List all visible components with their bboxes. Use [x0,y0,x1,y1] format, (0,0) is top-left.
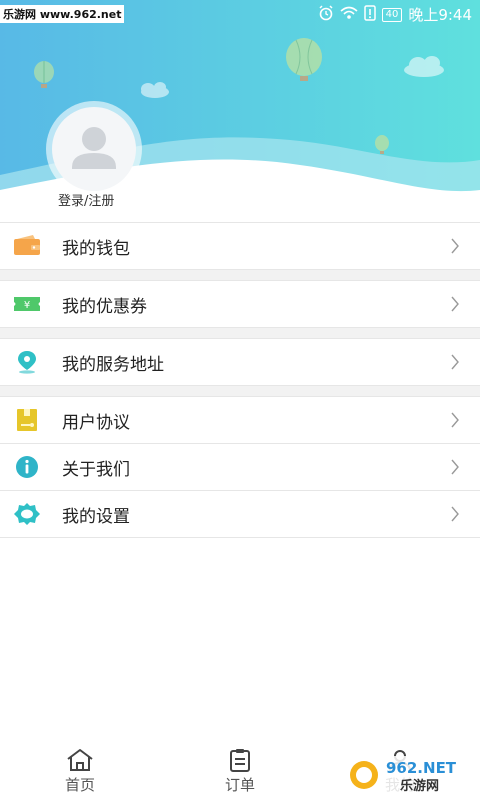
coupon-icon: ¥ [14,297,40,311]
menu-item-coupon[interactable]: ¥ 我的优惠券 [0,280,480,328]
menu-item-settings[interactable]: 我的设置 [0,491,480,538]
menu-item-user-agreement[interactable]: 用户协议 [0,396,480,444]
chevron-right-icon [451,296,459,312]
chevron-right-icon [451,354,459,370]
chevron-right-icon [451,506,459,522]
bottom-tab-bar: 首页 订单 我的 962.NET 乐游网 [0,742,480,800]
tab-label: 订单 [224,776,255,794]
section-divider [0,270,480,280]
svg-text:962.NET: 962.NET [386,759,457,777]
svg-text:¥: ¥ [24,300,30,311]
menu-item-label: 我的优惠券 [62,296,147,317]
status-bar: 乐游网 www.962.net 40 晚上9:44 [0,0,480,28]
chevron-right-icon [451,238,459,254]
menu-item-label: 用户协议 [62,412,130,433]
info-icon [16,456,38,478]
login-register-link[interactable]: 登录/注册 [58,190,114,209]
menu-list: ¥ 我的优惠券 [0,280,480,328]
sim-alert-icon [363,4,376,25]
menu-item-label: 我的设置 [62,506,130,527]
status-icons: 40 晚上9:44 [318,4,472,25]
menu-item-label: 关于我们 [62,459,130,480]
tab-home[interactable]: 首页 [40,748,120,795]
chevron-right-icon [451,459,459,475]
menu-item-about-us[interactable]: 关于我们 [0,444,480,491]
profile-header: 乐游网 www.962.net 40 晚上9:44 [0,0,480,222]
svg-text:乐游网: 乐游网 [400,778,439,794]
home-icon [67,749,93,771]
avatar[interactable] [52,107,136,191]
watermark-text: 乐游网 www.962.net [0,5,125,23]
chevron-right-icon [451,412,459,428]
alarm-icon [318,4,334,25]
menu-list: 我的钱包 [0,222,480,270]
menu-list: 用户协议 关于我们 我的设置 [0,396,480,538]
avatar-placeholder-icon [72,127,116,169]
wallet-icon [14,235,40,255]
location-icon [18,351,36,374]
tab-label: 首页 [64,776,95,794]
agreement-icon [17,409,37,431]
watermark-logo: 962.NET 乐游网 [346,756,474,794]
menu-item-wallet[interactable]: 我的钱包 [0,222,480,270]
menu-item-service-address[interactable]: 我的服务地址 [0,338,480,386]
tab-orders[interactable]: 订单 [200,748,280,795]
menu-item-label: 我的钱包 [62,238,130,259]
header-background [0,0,480,222]
menu-item-label: 我的服务地址 [62,354,164,375]
wifi-icon [340,6,358,24]
gear-icon [14,503,40,525]
battery-indicator: 40 [381,7,403,22]
menu-list: 我的服务地址 [0,338,480,386]
section-divider [0,328,480,338]
status-time: 晚上9:44 [408,6,472,24]
section-divider [0,386,480,396]
order-icon [230,749,250,772]
